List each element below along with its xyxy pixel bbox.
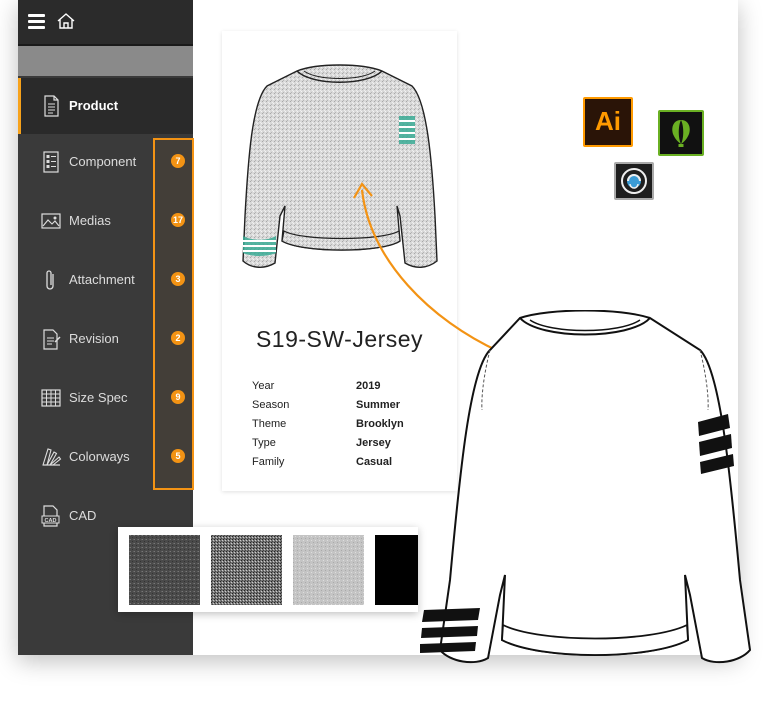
colorways-count-badge: 5: [171, 449, 185, 463]
clo3d-app-icon[interactable]: [614, 162, 654, 200]
attribute-value: Summer: [356, 399, 401, 411]
revision-document-icon: [43, 329, 61, 350]
sweater-sketch-image: [242, 64, 438, 268]
attribute-value: 2019: [356, 380, 381, 392]
document-icon: [44, 95, 59, 117]
home-icon[interactable]: [56, 11, 76, 31]
swatch-light-grey[interactable]: [293, 535, 364, 605]
sidebar-item-label: Component: [69, 154, 137, 169]
badge-highlight-box: [153, 138, 194, 490]
attribute-value: Brooklyn: [356, 418, 404, 430]
attribute-value: Jersey: [356, 437, 391, 449]
sidebar-item-label: Product: [69, 98, 119, 113]
attribute-key: Family: [252, 456, 285, 468]
size-spec-count-badge: 9: [171, 390, 185, 404]
swatch-grey-melange[interactable]: [211, 535, 282, 605]
flat-sketch-image: [420, 310, 752, 664]
medias-count-badge: 17: [171, 213, 185, 227]
revision-count-badge: 2: [171, 331, 185, 345]
attribute-key: Year: [252, 380, 275, 392]
grid-table-icon: [41, 389, 61, 407]
component-list-icon: [43, 151, 59, 173]
menu-icon[interactable]: [28, 14, 45, 29]
image-icon: [41, 213, 61, 229]
coreldraw-app-icon[interactable]: [658, 110, 704, 156]
attribute-value: Casual: [356, 456, 393, 468]
sidebar-item-label: Medias: [69, 213, 111, 228]
search-bar-placeholder: [18, 46, 193, 76]
cad-file-icon: CAD: [41, 505, 60, 527]
sidebar-item-label: CAD: [69, 508, 97, 523]
component-count-badge: 7: [171, 154, 185, 168]
sidebar-item-product[interactable]: Product: [18, 78, 193, 134]
attribute-key: Theme: [252, 418, 287, 430]
sidebar-item-label: Revision: [69, 331, 119, 346]
sidebar-item-label: Attachment: [69, 272, 135, 287]
top-bar: [18, 0, 193, 46]
attachment-count-badge: 3: [171, 272, 185, 286]
svg-text:CAD: CAD: [45, 518, 57, 524]
attribute-key: Type: [252, 437, 276, 449]
balloon-icon: [672, 120, 690, 147]
paperclip-icon: [46, 270, 54, 290]
sidebar-item-label: Colorways: [69, 449, 130, 464]
clo-logo-icon: [621, 168, 647, 194]
attribute-key: Season: [252, 399, 290, 411]
sidebar-item-label: Size Spec: [69, 390, 128, 405]
swatch-dark-grey[interactable]: [129, 535, 200, 605]
illustrator-app-icon[interactable]: Ai: [583, 97, 633, 147]
fabric-swatch-strip: [118, 527, 418, 612]
color-swatch-icon: [42, 448, 62, 466]
